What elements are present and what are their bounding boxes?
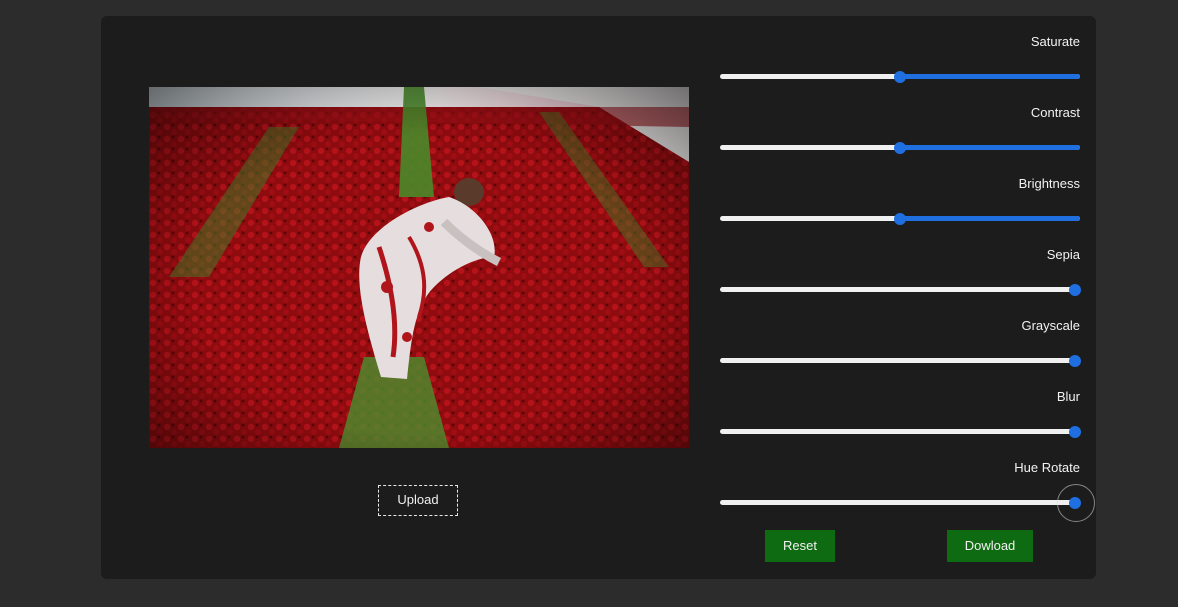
slider-thumb[interactable] bbox=[894, 70, 906, 83]
download-button[interactable]: Dowload bbox=[947, 530, 1033, 562]
filter-slider[interactable] bbox=[720, 212, 1080, 225]
reset-button[interactable]: Reset bbox=[765, 530, 835, 562]
filter-label: Hue Rotate bbox=[1014, 460, 1080, 475]
slider-fill bbox=[900, 216, 1080, 221]
editor-panel: Upload Saturate Contrast Brightness Sepia Gr… bbox=[101, 16, 1096, 579]
filter-label: Saturate bbox=[1030, 34, 1080, 49]
filter-control-contrast: Contrast bbox=[720, 101, 1080, 172]
filter-controls: Saturate Contrast Brightness Sepia Grayscale… bbox=[720, 30, 1095, 527]
filter-control-blur: Blur bbox=[720, 385, 1081, 456]
slider-thumb[interactable] bbox=[1068, 496, 1081, 509]
filter-label: Blur bbox=[1056, 389, 1080, 404]
filter-control-grayscale: Grayscale bbox=[720, 314, 1081, 385]
filter-slider[interactable] bbox=[720, 283, 1081, 296]
filter-label: Grayscale bbox=[1021, 318, 1080, 333]
slider-fill bbox=[900, 74, 1080, 79]
slider-thumb[interactable] bbox=[894, 141, 906, 154]
filter-control-saturate: Saturate bbox=[720, 30, 1080, 101]
filter-label: Brightness bbox=[1018, 176, 1080, 191]
slider-thumb[interactable] bbox=[894, 212, 906, 225]
filter-slider[interactable] bbox=[720, 484, 1095, 522]
filter-slider[interactable] bbox=[720, 141, 1080, 154]
filter-label: Sepia bbox=[1046, 247, 1080, 262]
filter-slider[interactable] bbox=[720, 70, 1080, 83]
filter-control-hue-rotate: Hue Rotate bbox=[720, 456, 1095, 527]
filter-slider[interactable] bbox=[720, 425, 1081, 438]
slider-thumb[interactable] bbox=[1068, 283, 1081, 296]
flower-field-photo bbox=[149, 87, 689, 448]
image-preview bbox=[149, 87, 689, 448]
filter-control-brightness: Brightness bbox=[720, 172, 1080, 243]
filter-slider[interactable] bbox=[720, 354, 1081, 367]
upload-button[interactable]: Upload bbox=[378, 485, 458, 516]
slider-thumb[interactable] bbox=[1068, 354, 1081, 367]
slider-fill bbox=[900, 145, 1080, 150]
slider-thumb[interactable] bbox=[1068, 425, 1081, 438]
filter-label: Contrast bbox=[1030, 105, 1080, 120]
filter-control-sepia: Sepia bbox=[720, 243, 1081, 314]
